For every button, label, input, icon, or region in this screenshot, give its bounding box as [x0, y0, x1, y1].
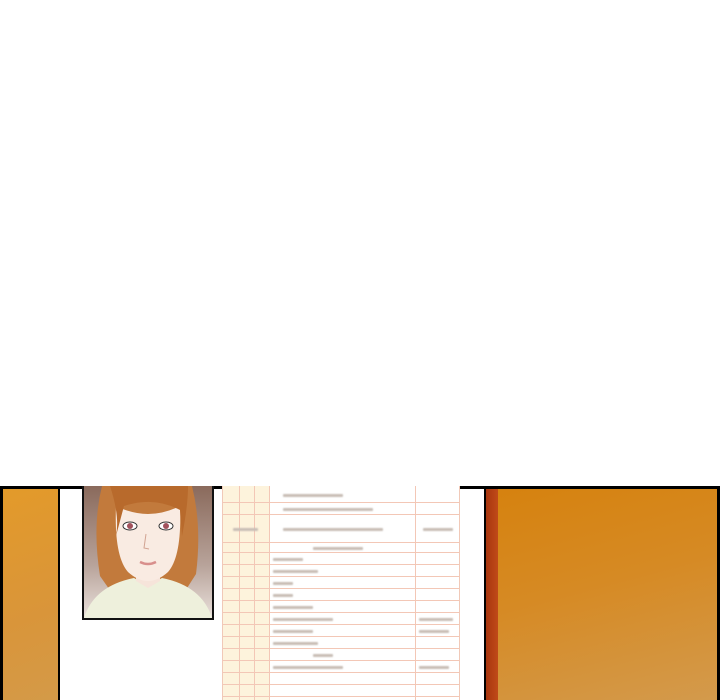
red-strip — [486, 489, 498, 700]
comic-panel — [0, 486, 720, 700]
left-orange-strip — [3, 489, 58, 700]
resume-paper — [60, 486, 484, 700]
woman-portrait-icon — [84, 486, 212, 618]
right-orange-background — [498, 489, 717, 700]
portrait-photo — [82, 486, 214, 620]
resume-form — [222, 486, 460, 700]
